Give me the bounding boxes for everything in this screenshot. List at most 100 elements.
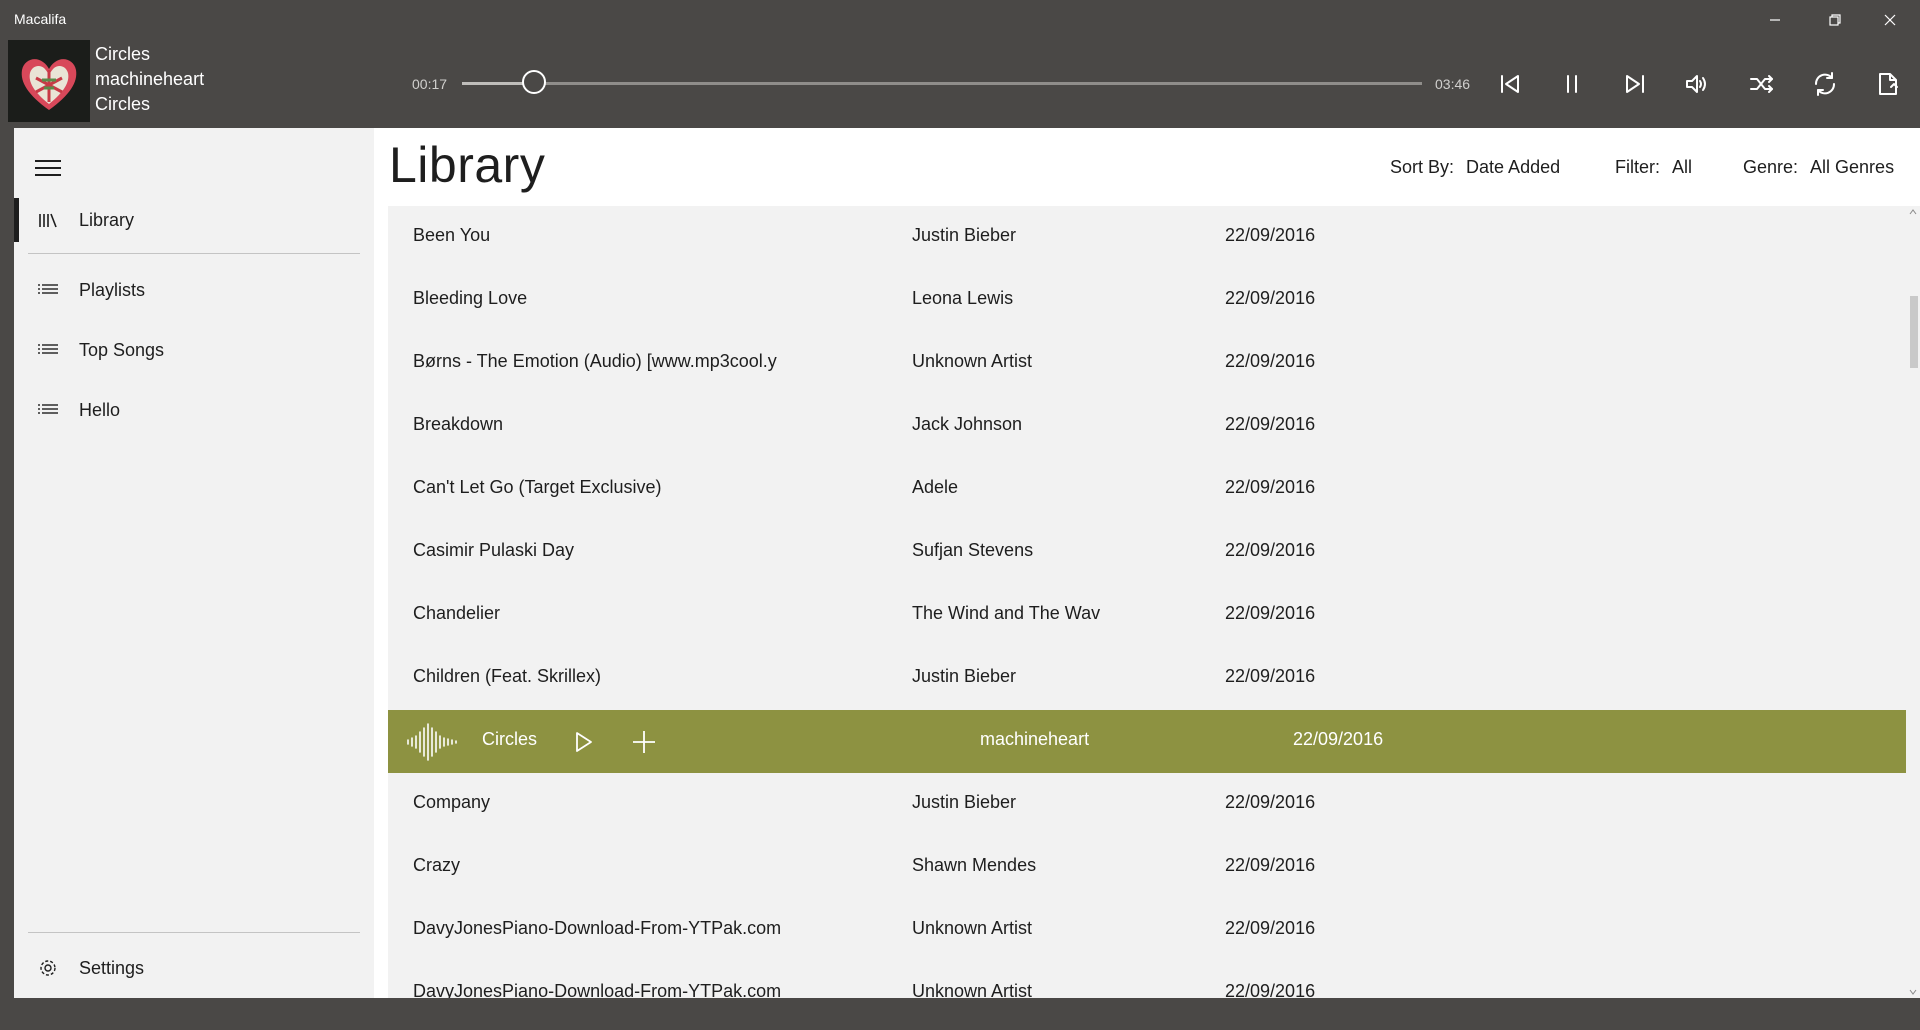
sidebar-item-library[interactable]: Library xyxy=(14,190,374,250)
song-title: Circles xyxy=(482,729,538,749)
close-button[interactable] xyxy=(1860,0,1920,40)
sidebar-item-hello[interactable]: Hello xyxy=(14,380,374,440)
song-artist: Shawn Mendes xyxy=(912,855,1037,875)
song-artist: Jack Johnson xyxy=(912,414,1023,434)
list-icon xyxy=(38,260,58,320)
song-date: 22/09/2016 xyxy=(1225,477,1316,497)
song-title: DavyJonesPiano-Download-From-YTPak.com xyxy=(413,918,782,938)
song-artist: The Wind and The Wav xyxy=(912,603,1101,623)
filter-label: Filter: xyxy=(1615,157,1660,177)
sidebar-item-settings[interactable]: Settings xyxy=(14,938,374,998)
now-playing-album: Circles xyxy=(95,94,151,114)
previous-button[interactable] xyxy=(1490,64,1530,104)
song-date: 22/09/2016 xyxy=(1225,855,1316,875)
song-date: 22/09/2016 xyxy=(1225,414,1316,434)
shuffle-button[interactable] xyxy=(1742,64,1782,104)
scroll-down-icon[interactable] xyxy=(1909,988,1917,996)
song-row[interactable]: Crazy Shawn Mendes 22/09/2016 xyxy=(388,836,1906,899)
waveform-icon xyxy=(407,723,457,761)
song-title: Bleeding Love xyxy=(413,288,528,308)
sort-value: Date Added xyxy=(1466,157,1561,177)
song-row[interactable]: Breakdown Jack Johnson 22/09/2016 xyxy=(388,395,1906,458)
song-row-selected[interactable]: Circles machineheart 22/09/2016 xyxy=(388,710,1906,773)
song-artist: Sufjan Stevens xyxy=(912,540,1034,560)
song-date: 22/09/2016 xyxy=(1225,666,1316,686)
song-row[interactable]: Been You Justin Bieber 22/09/2016 xyxy=(388,206,1906,269)
scroll-up-icon[interactable] xyxy=(1909,208,1917,216)
volume-button[interactable] xyxy=(1678,64,1718,104)
sidebar-divider xyxy=(28,253,360,254)
song-date: 22/09/2016 xyxy=(1293,729,1384,749)
song-artist: Unknown Artist xyxy=(912,918,1033,938)
sidebar-item-label: Playlists xyxy=(79,279,146,300)
repeat-button[interactable] xyxy=(1805,64,1845,104)
sort-selector[interactable]: Sort By: Date Added xyxy=(1390,157,1560,178)
song-row[interactable]: DavyJonesPiano-Download-From-YTPak.com U… xyxy=(388,962,1906,998)
restore-button[interactable] xyxy=(1805,0,1865,40)
song-artist: Justin Bieber xyxy=(912,666,1017,686)
play-song-button[interactable] xyxy=(568,726,600,758)
play-icon xyxy=(576,732,592,752)
pause-icon xyxy=(1567,75,1577,93)
restore-icon xyxy=(1829,14,1841,26)
song-title: Company xyxy=(413,792,491,812)
filter-value: All xyxy=(1672,157,1693,177)
filter-selector[interactable]: Filter: All xyxy=(1615,157,1692,178)
song-artist: Justin Bieber xyxy=(912,792,1017,812)
volume-icon xyxy=(1686,75,1706,93)
open-file-icon xyxy=(1879,73,1898,95)
song-date: 22/09/2016 xyxy=(1225,603,1316,623)
song-date: 22/09/2016 xyxy=(1225,225,1316,245)
hamburger-button[interactable] xyxy=(28,150,68,186)
gear-icon xyxy=(38,938,58,998)
close-icon xyxy=(1884,14,1896,26)
library-icon xyxy=(38,190,58,250)
song-row[interactable]: Børns - The Emotion (Audio) [www.mp3cool… xyxy=(388,332,1906,395)
song-row[interactable]: Chandelier The Wind and The Wav 22/09/20… xyxy=(388,584,1906,647)
song-date: 22/09/2016 xyxy=(1225,792,1316,812)
settings-label: Settings xyxy=(79,957,145,978)
album-art xyxy=(8,40,90,122)
seek-bar[interactable] xyxy=(462,82,1422,85)
song-row[interactable]: DavyJonesPiano-Download-From-YTPak.com U… xyxy=(388,899,1906,962)
song-row[interactable]: Can't Let Go (Target Exclusive) Adele 22… xyxy=(388,458,1906,521)
minimize-button[interactable] xyxy=(1745,0,1805,40)
song-date: 22/09/2016 xyxy=(1225,540,1316,560)
now-playing-info: Circles machineheart Circles xyxy=(95,42,204,117)
song-title: Children (Feat. Skrillex) xyxy=(413,666,602,686)
now-playing-artist: machineheart xyxy=(95,69,205,89)
song-row[interactable]: Children (Feat. Skrillex) Justin Bieber … xyxy=(388,647,1906,710)
previous-icon xyxy=(1501,75,1519,93)
sidebar-item-top-songs[interactable]: Top Songs xyxy=(14,320,374,380)
song-date: 22/09/2016 xyxy=(1225,288,1316,308)
genre-selector[interactable]: Genre: All Genres xyxy=(1743,157,1894,178)
song-title: Breakdown xyxy=(413,414,504,434)
seek-thumb[interactable] xyxy=(522,70,546,94)
song-row[interactable]: Bleeding Love Leona Lewis 22/09/2016 xyxy=(388,269,1906,332)
now-playing-title: Circles xyxy=(95,44,151,64)
song-row[interactable]: Casimir Pulaski Day Sufjan Stevens 22/09… xyxy=(388,521,1906,584)
next-button[interactable] xyxy=(1615,64,1655,104)
song-artist: Adele xyxy=(912,477,959,497)
list-scrollbar[interactable] xyxy=(1906,206,1920,998)
sidebar-item-playlists[interactable]: Playlists xyxy=(14,260,374,320)
song-list: Been You Justin Bieber 22/09/2016 Bleedi… xyxy=(388,206,1906,998)
library-panel: Library Sort By: Date Added Filter: All Ge… xyxy=(374,128,1920,998)
add-to-playlist-button[interactable] xyxy=(628,726,660,758)
repeat-icon xyxy=(1814,72,1836,96)
song-title: Been You xyxy=(413,225,491,245)
pause-button[interactable] xyxy=(1552,64,1592,104)
song-title: Casimir Pulaski Day xyxy=(413,540,575,560)
sidebar-item-label: Library xyxy=(79,209,135,230)
song-title: DavyJonesPiano-Download-From-YTPak.com xyxy=(413,981,782,998)
page-title: Library xyxy=(389,137,546,193)
song-artist: Leona Lewis xyxy=(912,288,1014,308)
song-date: 22/09/2016 xyxy=(1225,981,1316,998)
scroll-thumb[interactable] xyxy=(1910,296,1918,368)
minimize-icon xyxy=(1770,19,1780,21)
song-artist: machineheart xyxy=(980,729,1090,749)
sidebar-item-label: Top Songs xyxy=(79,339,165,360)
song-artist: Justin Bieber xyxy=(912,225,1017,245)
song-row[interactable]: Company Justin Bieber 22/09/2016 xyxy=(388,773,1906,836)
open-file-button[interactable] xyxy=(1868,64,1908,104)
